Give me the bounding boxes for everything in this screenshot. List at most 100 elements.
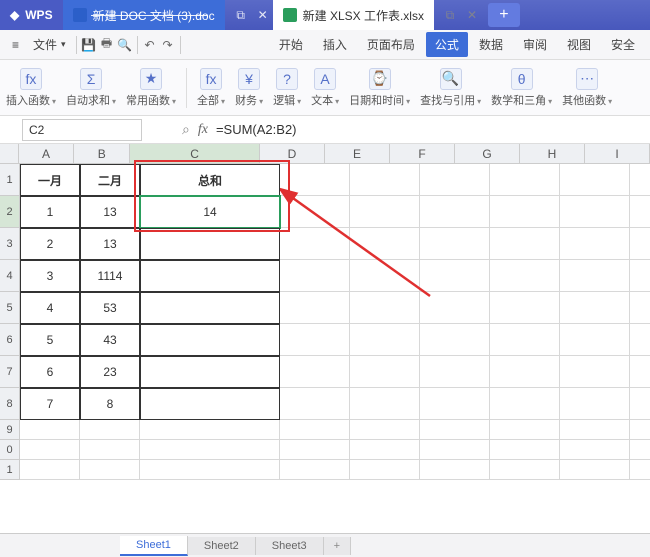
cell-B9[interactable]: [80, 420, 140, 440]
cell-A2[interactable]: 1: [20, 196, 80, 228]
cell-H8[interactable]: [560, 388, 630, 420]
sheet-tab-Sheet2[interactable]: Sheet2: [188, 537, 256, 555]
cell-F8[interactable]: [420, 388, 490, 420]
cell-D9[interactable]: [280, 420, 350, 440]
cell-B3[interactable]: 13: [80, 228, 140, 260]
ribbon-数学和三角[interactable]: θ数学和三角: [491, 68, 552, 108]
cell-A8[interactable]: 7: [20, 388, 80, 420]
fx-icon[interactable]: fx: [198, 122, 208, 138]
name-box[interactable]: C2: [22, 119, 142, 141]
header-cell-总和[interactable]: 总和: [140, 164, 280, 196]
sheet-tab-Sheet1[interactable]: Sheet1: [120, 536, 188, 556]
cell-H1[interactable]: [560, 164, 630, 196]
tab-doc[interactable]: 新建 DOC 文档 (3).doc: [63, 0, 225, 30]
ribbon-tab-插入[interactable]: 插入: [314, 32, 356, 57]
cell-A10[interactable]: [20, 440, 80, 460]
tab-restore-icon[interactable]: ⧉: [231, 5, 251, 25]
cell-F1[interactable]: [420, 164, 490, 196]
cell-E5[interactable]: [350, 292, 420, 324]
col-header-H[interactable]: H: [520, 144, 585, 163]
ribbon-自动求和[interactable]: Σ自动求和: [66, 68, 116, 108]
add-sheet-button[interactable]: +: [324, 537, 351, 555]
ribbon-tab-公式[interactable]: 公式: [426, 32, 468, 57]
cell-I9[interactable]: [630, 420, 650, 440]
tab-close-icon[interactable]: ✕: [253, 5, 273, 25]
col-header-C[interactable]: C: [130, 144, 260, 163]
cell-H7[interactable]: [560, 356, 630, 388]
cell-I2[interactable]: [630, 196, 650, 228]
row-header-5[interactable]: 5: [0, 292, 20, 324]
ribbon-tab-安全[interactable]: 安全: [602, 32, 644, 57]
cell-H2[interactable]: [560, 196, 630, 228]
undo-icon[interactable]: ↶: [142, 37, 158, 53]
cell-F9[interactable]: [420, 420, 490, 440]
cell-G1[interactable]: [490, 164, 560, 196]
cell-D6[interactable]: [280, 324, 350, 356]
cell-C5[interactable]: [140, 292, 280, 324]
cell-A4[interactable]: 3: [20, 260, 80, 292]
col-header-I[interactable]: I: [585, 144, 650, 163]
row-header-2[interactable]: 2: [0, 196, 20, 228]
cell-G2[interactable]: [490, 196, 560, 228]
cell-B8[interactable]: 8: [80, 388, 140, 420]
ribbon-tab-页面布局[interactable]: 页面布局: [358, 32, 424, 57]
row-header-8[interactable]: 8: [0, 388, 20, 420]
ribbon-tab-审阅[interactable]: 审阅: [514, 32, 556, 57]
cell-A7[interactable]: 6: [20, 356, 80, 388]
cell-A9[interactable]: [20, 420, 80, 440]
cell-H10[interactable]: [560, 440, 630, 460]
preview-icon[interactable]: 🔍: [117, 37, 133, 53]
row-header-1[interactable]: 1: [0, 164, 20, 196]
col-header-G[interactable]: G: [455, 144, 520, 163]
cell-F11[interactable]: [420, 460, 490, 480]
cell-C3[interactable]: [140, 228, 280, 260]
cell-I11[interactable]: [630, 460, 650, 480]
cell-I3[interactable]: [630, 228, 650, 260]
ribbon-常用函数[interactable]: ★常用函数: [126, 68, 176, 108]
cell-C2[interactable]: 14: [140, 196, 280, 228]
cell-G7[interactable]: [490, 356, 560, 388]
cell-D2[interactable]: [280, 196, 350, 228]
cell-G11[interactable]: [490, 460, 560, 480]
cell-I5[interactable]: [630, 292, 650, 324]
cell-D5[interactable]: [280, 292, 350, 324]
cell-A3[interactable]: 2: [20, 228, 80, 260]
cell-F10[interactable]: [420, 440, 490, 460]
cell-F6[interactable]: [420, 324, 490, 356]
cell-H3[interactable]: [560, 228, 630, 260]
cell-E7[interactable]: [350, 356, 420, 388]
ribbon-查找与引用[interactable]: 🔍查找与引用: [420, 68, 481, 108]
cell-E8[interactable]: [350, 388, 420, 420]
cell-G8[interactable]: [490, 388, 560, 420]
cell-B6[interactable]: 43: [80, 324, 140, 356]
cell-B11[interactable]: [80, 460, 140, 480]
cell-F2[interactable]: [420, 196, 490, 228]
ribbon-tab-数据[interactable]: 数据: [470, 32, 512, 57]
cell-I8[interactable]: [630, 388, 650, 420]
row-header-3[interactable]: 3: [0, 228, 20, 260]
new-tab-button[interactable]: +: [488, 3, 520, 27]
col-header-F[interactable]: F: [390, 144, 455, 163]
cell-D11[interactable]: [280, 460, 350, 480]
redo-icon[interactable]: ↷: [160, 37, 176, 53]
col-header-D[interactable]: D: [260, 144, 325, 163]
cell-D10[interactable]: [280, 440, 350, 460]
row-header-11[interactable]: 1: [0, 460, 20, 480]
cell-F4[interactable]: [420, 260, 490, 292]
row-header-4[interactable]: 4: [0, 260, 20, 292]
file-menu[interactable]: 文件: [27, 32, 72, 57]
ribbon-文本[interactable]: A文本: [311, 68, 339, 108]
app-menu-icon[interactable]: ≡: [6, 34, 25, 56]
ribbon-财务[interactable]: ¥财务: [235, 68, 263, 108]
cell-E11[interactable]: [350, 460, 420, 480]
cell-H9[interactable]: [560, 420, 630, 440]
ribbon-插入函数[interactable]: fx插入函数: [6, 68, 56, 108]
sheet-tab-Sheet3[interactable]: Sheet3: [256, 537, 324, 555]
cell-E1[interactable]: [350, 164, 420, 196]
tab-xlsx[interactable]: 新建 XLSX 工作表.xlsx: [273, 0, 434, 30]
cell-B2[interactable]: 13: [80, 196, 140, 228]
cell-G9[interactable]: [490, 420, 560, 440]
cell-C7[interactable]: [140, 356, 280, 388]
cell-F3[interactable]: [420, 228, 490, 260]
cell-D1[interactable]: [280, 164, 350, 196]
